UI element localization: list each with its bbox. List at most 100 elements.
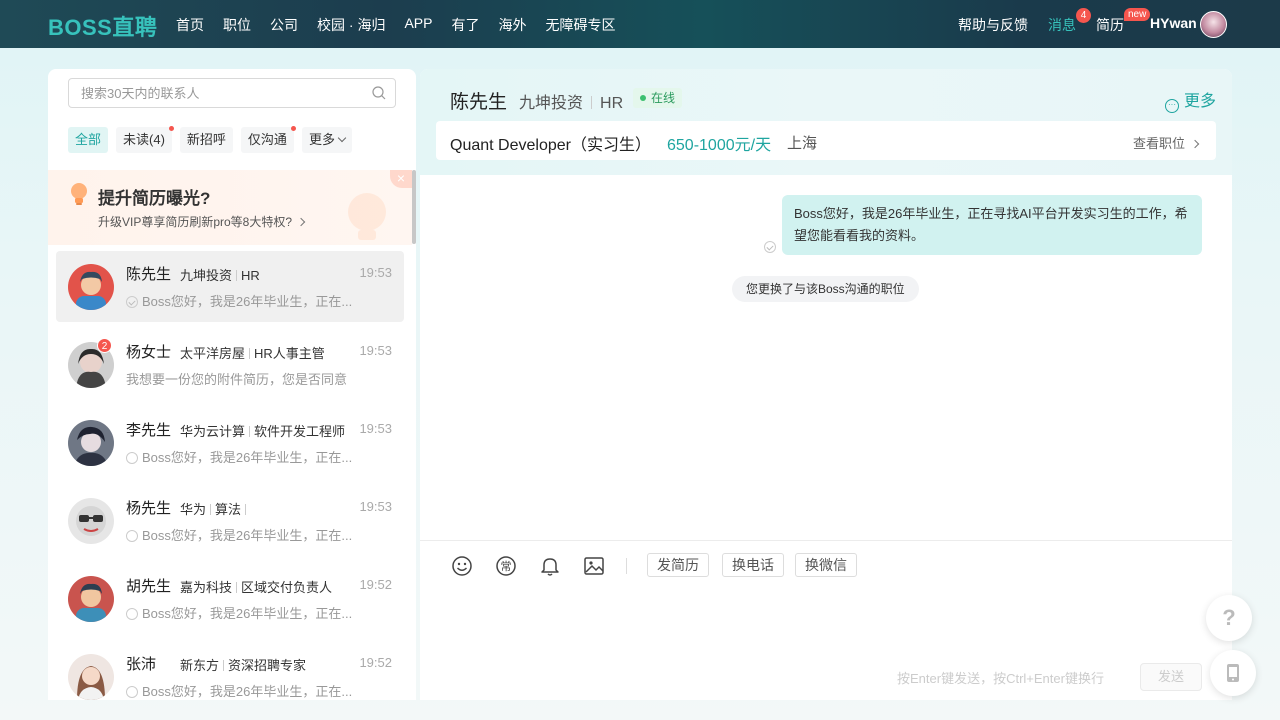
contact-time: 19:52: [359, 655, 392, 670]
chat-panel: 陈先生 九坤投资 HR 在线 ··· 更多 Quant Developer（实习生）…: [420, 69, 1232, 700]
nav-app[interactable]: APP: [404, 15, 432, 35]
contact-last-message: Boss您好，我是26年毕业生，正在...: [126, 603, 358, 622]
company-name: 嘉为科技: [180, 580, 233, 595]
boss-logo[interactable]: BOSS直聘: [48, 10, 157, 42]
emoji-icon[interactable]: [451, 555, 473, 577]
more-label: 更多: [1183, 93, 1216, 110]
chevron-down-icon: [337, 133, 347, 143]
messages-link[interactable]: 消息: [1048, 15, 1076, 35]
lightbulb-icon: [71, 183, 87, 205]
contact-company: 华为云计算 软件开发工程师: [180, 421, 345, 440]
contact-time: 19:53: [359, 265, 392, 280]
nav-accessibility[interactable]: 无障碍专区: [545, 15, 615, 35]
contact-item[interactable]: 李先生 华为云计算 软件开发工程师 19:53 Boss您好，我是26年毕业生，正…: [56, 407, 404, 485]
nav-home[interactable]: 首页: [176, 15, 204, 35]
exchange-phone-button[interactable]: 换电话: [722, 553, 784, 577]
promo-title: 提升简历曝光?: [98, 189, 211, 208]
contact-name: 杨女士: [126, 344, 172, 361]
user-avatar[interactable]: [1200, 11, 1227, 38]
contact-time: 19:53: [359, 343, 392, 358]
promo-subtitle[interactable]: 升级VIP尊享简历刷新pro等8大特权?: [98, 213, 306, 230]
view-job-link[interactable]: 查看职位: [1132, 133, 1200, 152]
help-feedback-link[interactable]: 帮助与反馈: [958, 15, 1028, 35]
contact-last-message: 我想要一份您的附件简历，您是否同意: [126, 369, 358, 388]
avatar: [68, 576, 114, 622]
nav-campus[interactable]: 校园 · 海归: [317, 15, 385, 35]
message-input-area[interactable]: 常 发简历 换电话 换微信 按Enter键发送，按Ctrl+Enter键换行 发…: [420, 540, 1232, 700]
help-float-button[interactable]: ?: [1206, 595, 1252, 641]
more-icon: ···: [1164, 99, 1179, 113]
contact-item[interactable]: 杨先生 华为 算法 19:53 Boss您好，我是26年毕业生，正在...: [56, 485, 404, 563]
view-job-label: 查看职位: [1132, 136, 1185, 151]
company-name: 太平洋房屋: [180, 346, 246, 361]
contact-company: 九坤投资 HR: [180, 265, 260, 284]
job-city: 上海: [787, 135, 818, 152]
job-salary: 650-1000元/天: [667, 137, 772, 154]
common-phrases-icon[interactable]: 常: [495, 555, 517, 577]
contact-search: [68, 78, 396, 108]
filter-new-greeting[interactable]: 新招呼: [179, 127, 233, 153]
sent-message-bubble: Boss您好，我是26年毕业生，正在寻找AI平台开发实习生的工作，希望您能看看我…: [782, 195, 1202, 255]
filter-more[interactable]: 更多: [301, 127, 352, 153]
last-message-text: Boss您好，我是26年毕业生，正在...: [142, 450, 353, 465]
contact-time: 19:53: [359, 499, 392, 514]
contact-search-input[interactable]: [69, 79, 369, 107]
contact-name: 张沛: [126, 656, 157, 673]
avatar: [68, 420, 114, 466]
nav-companies[interactable]: 公司: [270, 15, 298, 35]
online-dot-icon: [640, 95, 646, 101]
filter-all-label: 全部: [75, 132, 102, 147]
nav-overseas[interactable]: 海外: [498, 15, 526, 35]
chat-contact-company: 九坤投资 HR: [519, 89, 623, 113]
scrollbar[interactable]: [412, 170, 416, 244]
promo-close-button[interactable]: ×: [390, 170, 412, 188]
send-button[interactable]: 发送: [1140, 663, 1202, 691]
contact-item[interactable]: 陈先生 九坤投资 HR 19:53 Boss您好，我是26年毕业生，正在...: [56, 251, 404, 322]
app-download-float-button[interactable]: [1210, 650, 1256, 696]
chat-header: 陈先生 九坤投资 HR 在线 ··· 更多 Quant Developer（实习生）…: [420, 69, 1232, 175]
contact-name: 陈先生: [126, 266, 172, 283]
job-card: Quant Developer（实习生） 650-1000元/天 上海 查看职位: [436, 121, 1216, 160]
search-icon[interactable]: [372, 86, 386, 100]
last-message-text: Boss您好，我是26年毕业生，正在...: [142, 684, 353, 699]
read-status-icon: [126, 296, 138, 308]
resume-link[interactable]: 简历: [1096, 15, 1124, 35]
chat-contact-name: 陈先生: [450, 92, 508, 113]
filter-unread[interactable]: 未读(4): [116, 126, 174, 153]
more-button[interactable]: ··· 更多: [1164, 87, 1216, 113]
divider: [245, 504, 247, 515]
nav-jobs[interactable]: 职位: [223, 15, 251, 35]
job-title: Quant Developer（实习生）: [450, 137, 651, 154]
contact-last-message: Boss您好，我是26年毕业生，正在...: [126, 525, 358, 544]
contact-role: HR: [241, 268, 260, 283]
contact-role: 资深招聘专家: [228, 658, 307, 673]
contact-company: 华为 算法: [180, 499, 250, 518]
company-name: 华为云计算: [180, 424, 246, 439]
sent-status-icon: [126, 686, 138, 698]
image-icon[interactable]: [583, 555, 605, 577]
username[interactable]: HYwan: [1150, 15, 1197, 31]
chevron-right-icon: [1190, 139, 1200, 149]
exchange-wechat-button[interactable]: 换微信: [795, 553, 857, 577]
filter-only-chat[interactable]: 仅沟通: [240, 126, 296, 153]
filter-only-chat-label: 仅沟通: [247, 132, 287, 147]
contact-item[interactable]: 张沛 新东方 资深招聘专家 19:52 Boss您好，我是26年毕业生，正在...: [56, 641, 404, 700]
filter-all[interactable]: 全部: [68, 127, 109, 153]
contact-item[interactable]: 胡先生 嘉为科技 区域交付负责人 19:52 Boss您好，我是26年毕业生，正在…: [56, 563, 404, 641]
vip-promo-banner[interactable]: 提升简历曝光? 升级VIP尊享简历刷新pro等8大特权? ×: [48, 170, 412, 245]
nav-youle[interactable]: 有了: [451, 15, 479, 35]
avatar: [68, 654, 114, 700]
contact-item[interactable]: 2 杨女士 太平洋房屋 HR人事主管 19:53 我想要一份您的附件简历，您是否同…: [56, 329, 404, 407]
contact-company: 嘉为科技 区域交付负责人: [180, 577, 332, 596]
company-name: 九坤投资: [180, 268, 233, 283]
send-resume-button[interactable]: 发简历: [647, 553, 709, 577]
unread-dot: [168, 126, 174, 131]
divider: [591, 96, 593, 109]
contact-role: HR人事主管: [254, 346, 325, 361]
bell-icon[interactable]: [539, 555, 561, 577]
contact-last-message: Boss您好，我是26年毕业生，正在...: [126, 681, 358, 700]
contact-name: 李先生: [126, 422, 172, 439]
company-name: 九坤投资: [519, 95, 584, 112]
filter-new-greeting-label: 新招呼: [186, 132, 226, 147]
last-message-text: Boss您好，我是26年毕业生，正在...: [142, 294, 353, 309]
